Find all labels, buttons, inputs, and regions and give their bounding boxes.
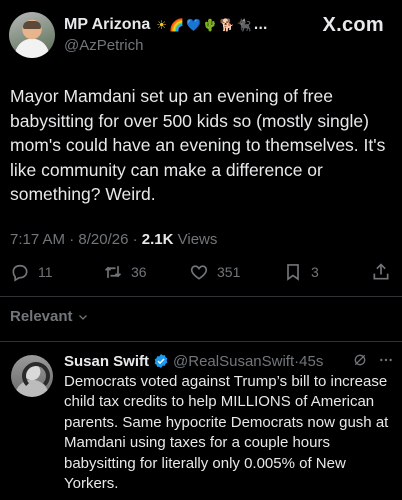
like-button[interactable]: 351	[189, 262, 240, 282]
reply-author-avatar[interactable]	[11, 355, 53, 397]
repost-button[interactable]: 36	[103, 262, 147, 282]
sort-dropdown[interactable]: Relevant	[10, 308, 89, 325]
divider	[0, 296, 402, 297]
action-bar: 11 36 351 3	[0, 262, 402, 286]
meta-separator: ·	[69, 231, 79, 248]
views-label: Views	[177, 231, 218, 248]
bookmark-button[interactable]: 3	[283, 262, 319, 282]
post-date[interactable]: 8/20/26	[78, 231, 128, 248]
heart-icon	[190, 265, 208, 280]
more-options-icon[interactable]	[378, 352, 394, 368]
reply-count: 11	[38, 264, 53, 280]
chevron-down-icon	[78, 314, 87, 320]
bookmark-count: 3	[311, 264, 319, 280]
like-count: 351	[217, 264, 241, 280]
divider	[0, 341, 402, 342]
author-display-name[interactable]: MP Arizona	[64, 16, 150, 34]
post-time[interactable]: 7:17 AM	[10, 231, 65, 248]
repost-icon	[104, 266, 122, 278]
blue-heart-emoji-icon: 💙	[185, 18, 201, 32]
share-button[interactable]	[371, 262, 391, 282]
share-icon	[373, 263, 389, 280]
reply-author-name[interactable]: Susan Swift	[64, 353, 149, 370]
sun-emoji-icon: ☀	[156, 18, 167, 32]
author-avatar[interactable]	[9, 12, 55, 58]
reply-icon	[12, 264, 28, 282]
name-ellipsis: ...	[253, 18, 268, 32]
reply-header: Susan Swift @RealSusanSwift · 45s	[64, 351, 394, 371]
dog-emoji-icon: 🐕	[219, 18, 235, 32]
author-name-row[interactable]: MP Arizona ☀ 🌈 💙 🌵 🐕 🐈‍⬛ ...	[64, 14, 267, 36]
reply-tools	[352, 352, 394, 368]
views-count: 2.1K	[141, 231, 174, 248]
post-text: Mayor Mamdani set up an evening of free …	[10, 86, 386, 204]
reply-text: Democrats voted against Trump’s bill to …	[64, 373, 389, 493]
grok-icon[interactable]	[352, 352, 368, 368]
post-meta: 7:17 AM · 8/20/26 · 2.1K Views	[10, 231, 217, 248]
cactus-emoji-icon: 🌵	[202, 18, 218, 32]
bookmark-icon	[287, 264, 299, 281]
rainbow-emoji-icon: 🌈	[169, 18, 184, 32]
verified-badge-icon	[154, 354, 168, 368]
sort-label: Relevant	[10, 308, 73, 325]
reply-button[interactable]: 11	[10, 262, 53, 282]
repost-count: 36	[131, 264, 147, 280]
black-cat-emoji-icon: 🐈‍⬛	[236, 18, 252, 32]
author-handle[interactable]: @AzPetrich	[64, 37, 143, 54]
watermark: X.com	[322, 14, 384, 36]
reply-time[interactable]: 45s	[299, 353, 323, 370]
reply-author-handle[interactable]: @RealSusanSwift	[173, 353, 294, 370]
meta-separator: ·	[132, 231, 142, 248]
